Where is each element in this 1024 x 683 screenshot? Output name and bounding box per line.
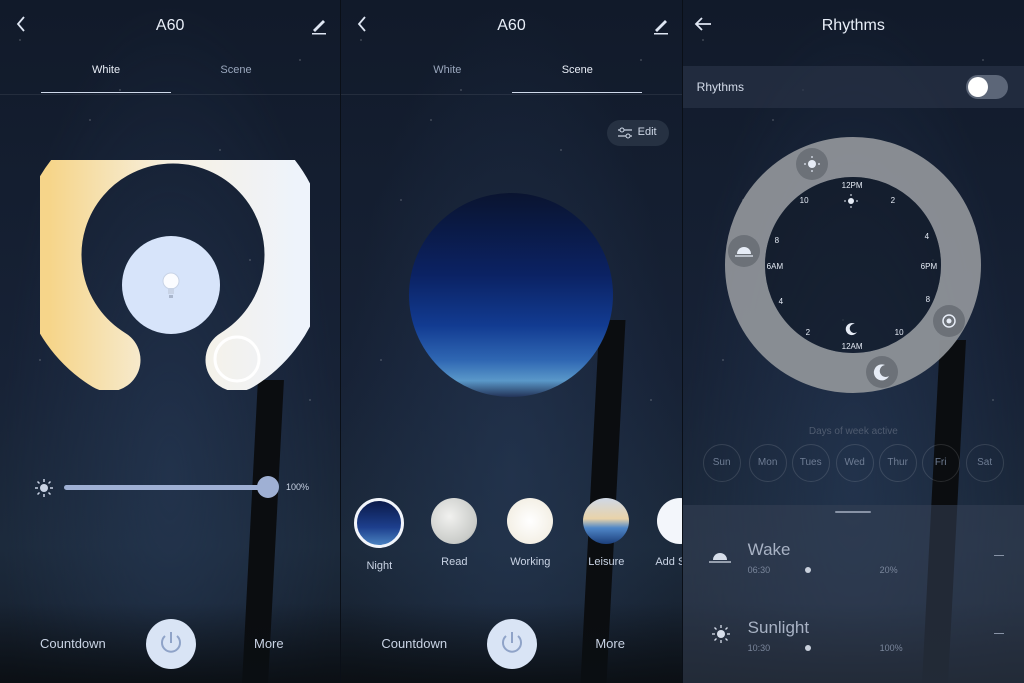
schedule-dot xyxy=(804,645,811,651)
collapse-icon[interactable] xyxy=(993,633,1004,634)
sheet-handle[interactable] xyxy=(834,511,871,513)
bottom-bar: Countdown More xyxy=(0,619,340,671)
rhythms-toggle[interactable] xyxy=(965,75,1008,99)
bottom-bar: Countdown More xyxy=(341,619,681,671)
sliders-icon xyxy=(617,127,632,142)
toggle-knob xyxy=(967,77,988,97)
scene-night[interactable]: Night xyxy=(354,498,405,572)
clock-label: 4 xyxy=(924,232,930,241)
countdown-button[interactable]: Countdown xyxy=(381,636,447,651)
schedule-item-wake[interactable]: Wake 06:30 20% xyxy=(683,535,1024,585)
scene-working[interactable]: Working xyxy=(505,498,555,568)
edit-icon[interactable] xyxy=(308,14,330,36)
day-fri[interactable]: Fri xyxy=(921,444,960,482)
rhythms-toggle-label: Rhythms xyxy=(696,80,744,94)
scene-leisure[interactable]: Leisure xyxy=(581,498,631,568)
clock-label: 2 xyxy=(890,196,896,205)
schedule-time: 06:30 xyxy=(747,565,771,575)
header: Rhythms xyxy=(683,0,1024,54)
scene-night-thumb xyxy=(354,498,405,548)
tab-bar: White Scene xyxy=(0,64,341,95)
collapse-icon[interactable] xyxy=(993,555,1004,556)
schedule-percent: 20% xyxy=(879,565,898,575)
scene-read-thumb xyxy=(431,498,478,544)
edit-scenes-button[interactable]: Edit xyxy=(606,120,669,146)
day-sat[interactable]: Sat xyxy=(965,444,1004,482)
tab-scene[interactable]: Scene xyxy=(171,64,301,92)
scene-read[interactable]: Read xyxy=(429,498,479,568)
day-sun[interactable]: Sun xyxy=(702,444,741,482)
schedule-name: Wake xyxy=(747,540,791,559)
panel-white: A60 White Scene 100% Countdown More xyxy=(0,0,341,683)
edit-icon[interactable] xyxy=(650,14,672,36)
power-icon xyxy=(502,632,523,653)
schedule-time: 10:30 xyxy=(747,643,771,653)
edit-label: Edit xyxy=(637,126,657,138)
clock-label: 8 xyxy=(925,295,931,304)
power-icon xyxy=(161,632,181,653)
clock-6pm: 6PM xyxy=(920,262,938,271)
header: A60 xyxy=(0,0,340,54)
clock-label: 10 xyxy=(894,328,904,337)
page-title: Rhythms xyxy=(821,17,885,34)
evening-marker-icon[interactable] xyxy=(932,305,965,337)
scene-leisure-thumb xyxy=(583,498,630,544)
night-marker-icon[interactable] xyxy=(865,356,898,388)
schedule-sheet: Wake 06:30 20% Sunlight 10:30 100% xyxy=(682,505,1024,683)
clock-sun-icon xyxy=(843,194,858,213)
scene-preview xyxy=(409,193,614,397)
clock-label: 4 xyxy=(778,297,784,306)
header: A60 xyxy=(341,0,681,54)
rhythm-clock[interactable] xyxy=(723,135,983,395)
clock-12am: 12AM xyxy=(841,342,863,351)
schedule-name: Sunlight xyxy=(747,618,810,637)
sunrise-icon xyxy=(707,547,733,570)
clock-label: 10 xyxy=(799,196,809,205)
clock-label: 2 xyxy=(805,328,811,337)
countdown-button[interactable]: Countdown xyxy=(40,636,106,651)
tab-white[interactable]: White xyxy=(382,64,512,92)
day-tues[interactable]: Tues xyxy=(791,444,830,482)
schedule-percent: 100% xyxy=(879,643,903,653)
schedule-item-sunlight[interactable]: Sunlight 10:30 100% xyxy=(683,613,1024,663)
day-thur[interactable]: Thur xyxy=(878,444,917,482)
page-title: A60 xyxy=(155,17,185,34)
brightness-value: 100% xyxy=(286,482,310,492)
clock-6am: 6AM xyxy=(766,262,784,271)
more-button[interactable]: More xyxy=(595,636,625,651)
scene-add[interactable]: Add S xyxy=(655,498,682,568)
brightness-slider-thumb[interactable] xyxy=(257,476,279,498)
brightness-icon xyxy=(34,478,54,498)
sun-icon xyxy=(711,624,731,649)
tab-scene[interactable]: Scene xyxy=(512,64,643,93)
tab-bar: White Scene xyxy=(341,64,682,95)
bulb-icon xyxy=(160,270,182,302)
rhythms-toggle-row: Rhythms xyxy=(682,66,1024,108)
clock-label: 8 xyxy=(774,236,780,245)
tab-white[interactable]: White xyxy=(41,64,171,93)
noon-marker-icon[interactable] xyxy=(795,148,828,180)
add-icon xyxy=(657,498,682,544)
scene-working-thumb xyxy=(507,498,554,544)
brightness-slider[interactable] xyxy=(64,485,268,490)
more-button[interactable]: More xyxy=(254,636,284,651)
schedule-dot xyxy=(804,567,811,573)
power-button[interactable] xyxy=(146,619,196,669)
panel-scene: A60 White Scene Edit Night Read Working … xyxy=(340,0,682,683)
day-wed[interactable]: Wed xyxy=(835,444,874,482)
clock-12pm: 12PM xyxy=(841,181,863,190)
page-title: A60 xyxy=(497,17,526,34)
power-button[interactable] xyxy=(487,619,538,669)
sunrise-marker-icon[interactable] xyxy=(727,235,760,267)
panel-rhythms: Rhythms Rhythms 12PM 12AM 6AM 6PM 10 2 8… xyxy=(681,0,1024,683)
day-mon[interactable]: Mon xyxy=(748,444,787,482)
days-label: Days of week active xyxy=(808,426,898,437)
clock-moon-icon xyxy=(845,322,859,341)
